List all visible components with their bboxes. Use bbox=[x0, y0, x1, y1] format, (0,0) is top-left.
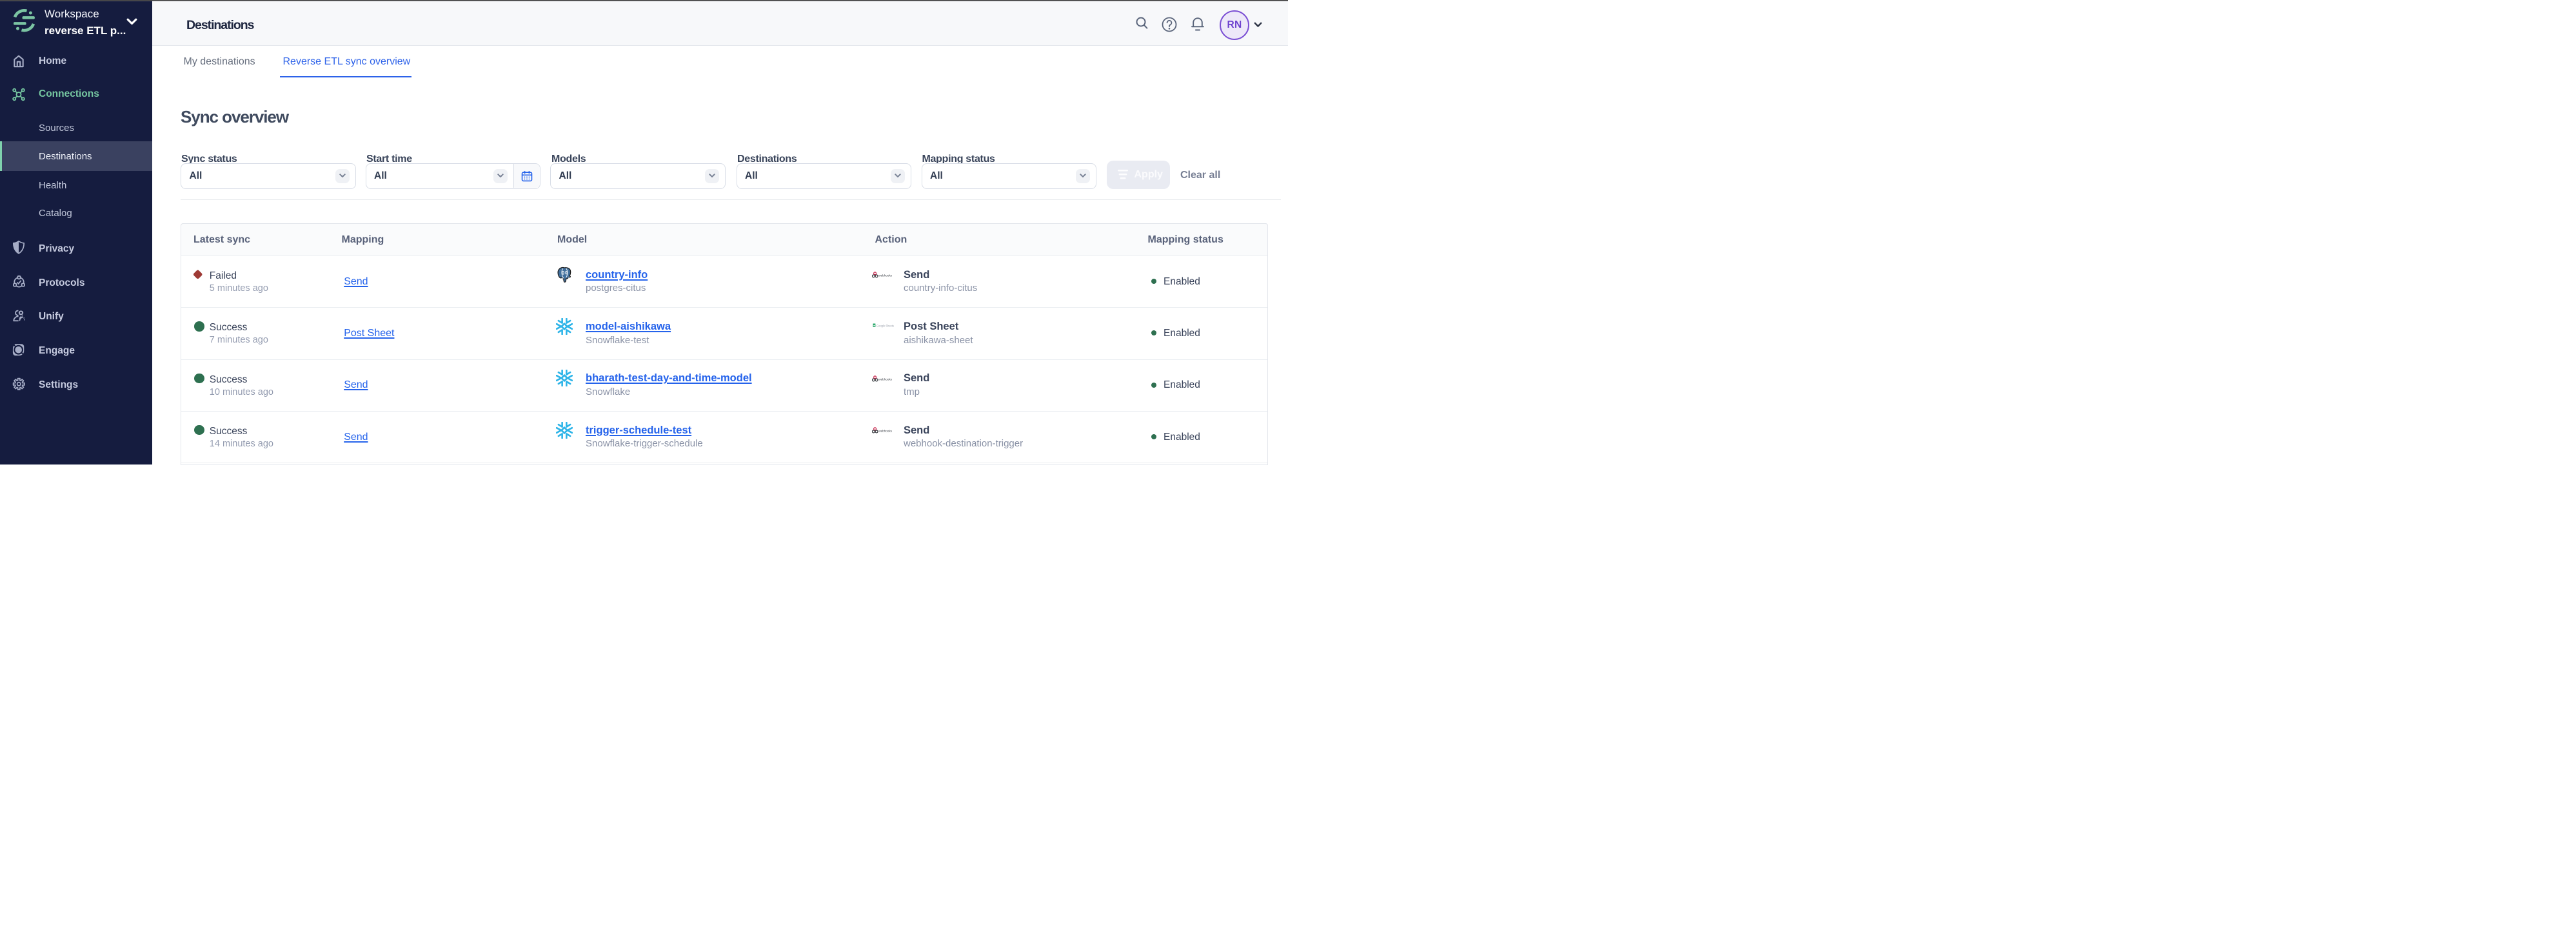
svg-text:webhooks: webhooks bbox=[878, 429, 892, 432]
svg-text:webhooks: webhooks bbox=[878, 274, 892, 277]
svg-text:Google Sheets: Google Sheets bbox=[877, 324, 894, 327]
svg-text:webhooks: webhooks bbox=[878, 377, 892, 381]
